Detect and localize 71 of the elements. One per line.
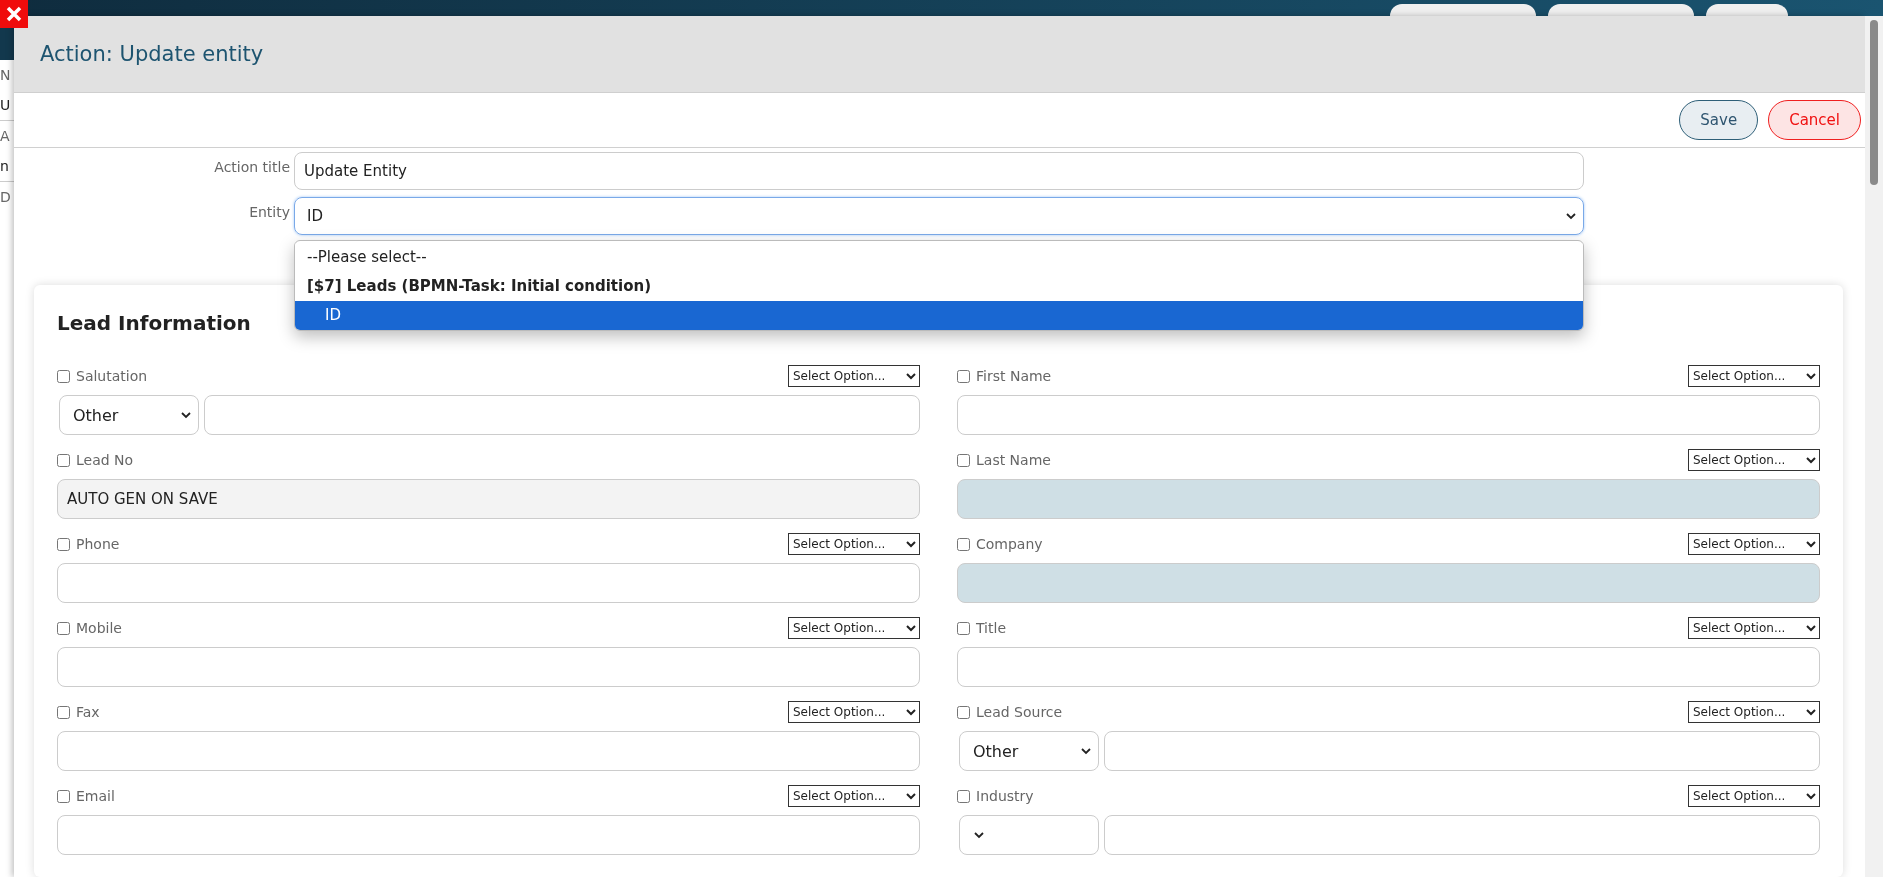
checkbox[interactable] <box>957 789 970 803</box>
save-button[interactable]: Save <box>1679 100 1759 140</box>
option-select[interactable]: Select Option... <box>788 533 920 555</box>
cancel-button[interactable]: Cancel <box>1768 100 1861 140</box>
option-select[interactable]: Select Option... <box>1688 449 1820 471</box>
chevron-icon <box>973 829 985 841</box>
field-label: Lead Source <box>976 704 1063 720</box>
field-label: Mobile <box>76 620 122 636</box>
section-title: Lead Information <box>57 311 251 335</box>
input-field[interactable]: AUTO GEN ON SAVE <box>57 479 920 519</box>
choice-select[interactable]: Other <box>959 731 1099 771</box>
option-select[interactable]: Select Option... <box>788 785 920 807</box>
close-icon[interactable] <box>0 0 28 28</box>
input-field[interactable] <box>957 395 1820 435</box>
option-select[interactable]: Select Option... <box>788 365 920 387</box>
header-tab[interactable] <box>1390 4 1536 16</box>
checkbox[interactable] <box>957 369 970 383</box>
field-label: Salutation <box>76 368 148 384</box>
checkbox[interactable] <box>57 789 70 803</box>
input-field[interactable] <box>957 563 1820 603</box>
checkbox[interactable] <box>957 705 970 719</box>
field-label: Last Name <box>976 452 1051 468</box>
field-label: Phone <box>76 536 120 552</box>
field-label: Industry <box>976 788 1034 804</box>
option-select[interactable]: Select Option... <box>1688 785 1820 807</box>
background-text: A <box>0 127 11 146</box>
field-label: Action title <box>213 158 290 175</box>
field-label: Title <box>976 620 1006 636</box>
dropdown-option[interactable]: --Please select-- <box>295 243 1583 272</box>
input-field[interactable] <box>1104 731 1820 771</box>
input-field[interactable]: Update Entity <box>294 152 1584 190</box>
option-select[interactable]: Select Option... <box>788 701 920 723</box>
input-field[interactable] <box>1104 815 1820 855</box>
checkbox[interactable] <box>57 621 70 635</box>
chevron-icon <box>1080 745 1092 757</box>
checkbox[interactable] <box>57 453 70 467</box>
input-field[interactable] <box>57 815 920 855</box>
chevron-icon <box>1565 210 1577 222</box>
input-field[interactable] <box>204 395 920 435</box>
field-label: Fax <box>76 704 100 720</box>
group-label[interactable]: [$7] Leads (BPMN-Task: Initial condition) <box>295 272 1583 301</box>
field-label: First Name <box>976 368 1052 384</box>
checkbox[interactable] <box>57 369 70 383</box>
checkbox[interactable] <box>957 453 970 467</box>
option-select[interactable]: Select Option... <box>788 617 920 639</box>
field-label: Email <box>76 788 115 804</box>
background-text: D <box>0 188 12 207</box>
option-select[interactable]: Select Option... <box>1688 617 1820 639</box>
field-label: Company <box>976 536 1043 552</box>
background-text: N <box>0 66 12 85</box>
entity-select[interactable]: ID <box>294 197 1584 235</box>
chevron-icon <box>180 409 192 421</box>
header-tab[interactable] <box>1548 4 1694 16</box>
option-select[interactable]: Select Option... <box>1688 533 1820 555</box>
header-tab[interactable] <box>1706 4 1788 16</box>
field-label: Lead No <box>76 452 134 468</box>
checkbox[interactable] <box>957 621 970 635</box>
option-select[interactable]: Select Option... <box>1688 701 1820 723</box>
checkbox[interactable] <box>957 537 970 551</box>
option-select[interactable]: Select Option... <box>1688 365 1820 387</box>
checkbox[interactable] <box>57 705 70 719</box>
dropdown-option[interactable]: ID <box>295 301 1583 330</box>
field-label: Entity <box>248 203 290 220</box>
dialog-title: Action: Update entity <box>40 42 264 66</box>
input-field[interactable] <box>57 647 920 687</box>
input-field[interactable] <box>57 731 920 771</box>
choice-select[interactable]: Other <box>59 395 199 435</box>
input-field[interactable] <box>57 563 920 603</box>
checkbox[interactable] <box>57 537 70 551</box>
input-field[interactable] <box>957 479 1820 519</box>
input-field[interactable] <box>957 647 1820 687</box>
